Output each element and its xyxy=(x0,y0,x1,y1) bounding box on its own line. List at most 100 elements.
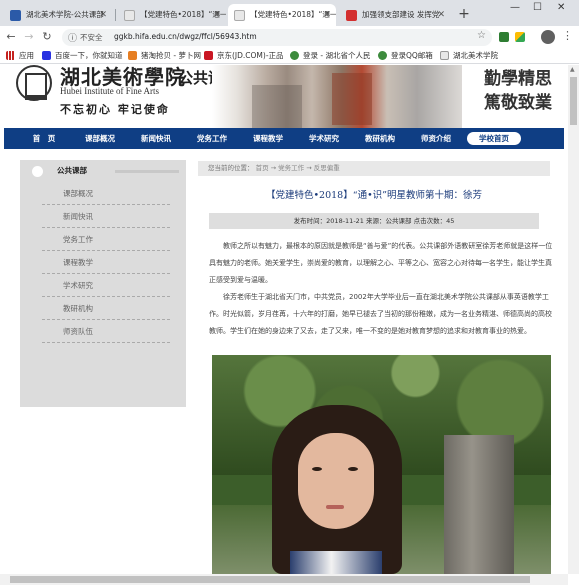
sidebar-item-overview[interactable]: 课部概况 xyxy=(42,183,170,205)
bookmark-label: 登录 - 湖北省个人民 xyxy=(303,51,371,60)
nav-research[interactable]: 学术研究 xyxy=(302,128,346,149)
bookmark-apps[interactable]: 应用 xyxy=(6,48,34,63)
sidebar-item-faculty[interactable]: 师资队伍 xyxy=(42,321,170,343)
sidebar-item-news[interactable]: 新闻快讯 xyxy=(42,206,170,228)
url-text[interactable]: ggkb.hifa.edu.cn/dwgz/ffcl/56943.htm xyxy=(114,32,257,41)
sidebar-item-label: 师资队伍 xyxy=(63,327,93,336)
nav-news[interactable]: 新闻快讯 xyxy=(134,128,178,149)
jd-icon xyxy=(204,51,213,60)
breadcrumb-prefix: 您当前的位置： xyxy=(208,164,254,172)
bookmark-hifa[interactable]: 湖北美术学院 xyxy=(440,48,498,63)
nav-party-affairs[interactable]: 党务工作 xyxy=(190,128,234,149)
bookmark-label: 百度一下，你就知道 xyxy=(55,51,123,60)
horizontal-scrollbar-thumb[interactable] xyxy=(10,576,530,583)
bookmarks-bar: 应用 百度一下，你就知道 猪淘抢贝 - 萝卜网 京东(JD.COM)-正品 登录… xyxy=(0,48,579,64)
bookmark-hubei-personal[interactable]: 登录 - 湖北省个人民 xyxy=(290,48,370,63)
breadcrumb-current[interactable]: 反思偏重 xyxy=(314,164,340,172)
tab-article-1[interactable]: 【党建特色•2018】“通一 ✕ xyxy=(118,4,226,26)
calligraphy-motto: 勤學精思 篤敬致業 xyxy=(470,67,552,115)
tab-title: 加强领支部建设 发挥党 xyxy=(362,10,440,19)
sidebar-item-label: 课程教学 xyxy=(63,258,93,267)
slogan: 不忘初心 牢记使命 xyxy=(60,103,170,116)
sidebar-header: 公共课部 xyxy=(20,160,186,182)
campus-banner-image xyxy=(212,65,462,128)
tab-close-icon[interactable]: ✕ xyxy=(213,4,221,26)
breadcrumb-home[interactable]: 首页 xyxy=(256,164,269,172)
bookmark-qq-mail[interactable]: 登录QQ邮箱 xyxy=(378,48,433,63)
page-favicon-icon xyxy=(124,10,135,21)
horizontal-scrollbar[interactable] xyxy=(0,574,568,585)
sidebar-item-label: 新闻快讯 xyxy=(63,212,93,221)
sidebar-item-research[interactable]: 学术研究 xyxy=(42,275,170,297)
sidebar-item-label: 党务工作 xyxy=(63,235,93,244)
bookmark-label: 湖北美术学院 xyxy=(453,51,498,60)
browser-toolbar: ← → ↻ ⓘ 不安全 ggkb.hifa.edu.cn/dwgz/ffcl/5… xyxy=(0,26,579,48)
site-header: 湖北美術學院 公共课部 Hubei Institute of Fine Arts… xyxy=(0,65,568,128)
sidebar: 公共课部 课部概况 新闻快讯 党务工作 课程教学 学术研究 教研机构 师资队伍 xyxy=(20,160,186,407)
tab-article-active[interactable]: 【党建特色•2018】“通一 ✕ xyxy=(228,4,336,26)
sidebar-item-teaching[interactable]: 课程教学 xyxy=(42,252,170,274)
school-logo-icon[interactable] xyxy=(16,65,52,101)
article-meta: 发布时间：2018-11-21 来源：公共课部 点击次数：45 xyxy=(209,213,539,229)
sidebar-item-label: 学术研究 xyxy=(63,281,93,290)
security-label: 不安全 xyxy=(80,33,103,42)
teacher-portrait-photo xyxy=(212,355,551,574)
tab-close-icon[interactable]: ✕ xyxy=(99,4,107,26)
article-paragraph: 徐芳老师生于湖北省天门市，中共党员，2002年大学毕业后一直在湖北美术学院公共课… xyxy=(209,293,552,335)
reload-button[interactable]: ↻ xyxy=(40,29,54,45)
sidebar-item-label: 教研机构 xyxy=(63,304,93,313)
bullet-icon xyxy=(32,166,43,177)
info-icon[interactable]: ⓘ xyxy=(68,31,77,44)
bookmark-jd[interactable]: 京东(JD.COM)-正品 xyxy=(204,48,284,63)
page-icon xyxy=(440,51,449,60)
baidu-paw-icon xyxy=(42,51,51,60)
tab-close-icon[interactable]: ✕ xyxy=(323,4,331,26)
luobo-icon xyxy=(128,51,137,60)
sidebar-item-party-affairs[interactable]: 党务工作 xyxy=(42,229,170,251)
scrollbar-thumb[interactable] xyxy=(570,77,577,125)
breadcrumb: 您当前的位置： 首页 → 党务工作 → 反思偏重 xyxy=(198,161,550,176)
tab-close-icon[interactable]: ✕ xyxy=(437,4,445,26)
new-tab-button[interactable]: + xyxy=(455,4,473,24)
breadcrumb-party-affairs[interactable]: 党务工作 xyxy=(278,164,304,172)
maximize-button[interactable]: ☐ xyxy=(533,2,542,13)
article-title: 【党建特色•2018】“通•识”明星教师第十期：徐芳 xyxy=(265,190,483,201)
nav-school-home-button[interactable]: 学校首页 xyxy=(467,132,521,145)
bookmark-baidu[interactable]: 百度一下，你就知道 xyxy=(42,48,123,63)
globe-icon xyxy=(290,51,299,60)
forward-button[interactable]: → xyxy=(22,29,36,45)
hifa-favicon-icon xyxy=(10,10,21,21)
nav-institutes[interactable]: 教研机构 xyxy=(358,128,402,149)
main-nav: 首 页 课部概况 新闻快讯 党务工作 课程教学 学术研究 教研机构 师资介绍 学… xyxy=(4,128,564,149)
tab-party-branch[interactable]: 加强领支部建设 发挥党 ✕ xyxy=(340,4,450,26)
tab-title: 湖北美术学院-公共课部 xyxy=(26,10,104,19)
nav-teaching[interactable]: 课程教学 xyxy=(246,128,290,149)
bookmark-label: 猪淘抢贝 - 萝卜网 xyxy=(141,51,201,60)
scroll-up-icon[interactable]: ▲ xyxy=(570,66,575,73)
sidebar-title: 公共课部 xyxy=(57,166,87,175)
minimize-button[interactable]: — xyxy=(510,2,520,13)
tab-hifa-home[interactable]: 湖北美术学院-公共课部 ✕ xyxy=(4,4,112,26)
bookmark-label: 京东(JD.COM)-正品 xyxy=(217,51,284,60)
bookmark-star-icon[interactable]: ☆ xyxy=(477,30,486,41)
extension-icon[interactable] xyxy=(515,32,525,42)
close-window-button[interactable]: ✕ xyxy=(557,2,565,13)
bookmark-luobo[interactable]: 猪淘抢贝 - 萝卜网 xyxy=(128,48,201,63)
nav-home[interactable]: 首 页 xyxy=(24,128,64,149)
menu-dots-icon[interactable]: ⋮ xyxy=(562,29,573,42)
shield-extension-icon[interactable] xyxy=(499,32,509,42)
nav-overview[interactable]: 课部概况 xyxy=(78,128,122,149)
sidebar-item-label: 课部概况 xyxy=(63,189,93,198)
sidebar-item-institutes[interactable]: 教研机构 xyxy=(42,298,170,320)
sidebar-divider xyxy=(115,170,179,173)
back-button[interactable]: ← xyxy=(4,29,18,45)
browser-window: 湖北美术学院-公共课部 ✕ 【党建特色•2018】“通一 ✕ 【党建特色•201… xyxy=(0,0,579,585)
account-avatar-icon[interactable] xyxy=(541,30,555,44)
article-paragraph: 教师之所以有魅力，最根本的原因就是教师是“善与爱”的代表。公共课部外语教研室徐芳… xyxy=(209,242,553,284)
vertical-scrollbar[interactable]: ▲ xyxy=(568,65,579,574)
address-bar[interactable]: ⓘ 不安全 ggkb.hifa.edu.cn/dwgz/ffcl/56943.h… xyxy=(62,29,492,46)
nav-faculty[interactable]: 师资介绍 xyxy=(414,128,458,149)
bookmark-label: 登录QQ邮箱 xyxy=(391,51,433,60)
party-favicon-icon xyxy=(346,10,357,21)
globe-icon xyxy=(378,51,387,60)
